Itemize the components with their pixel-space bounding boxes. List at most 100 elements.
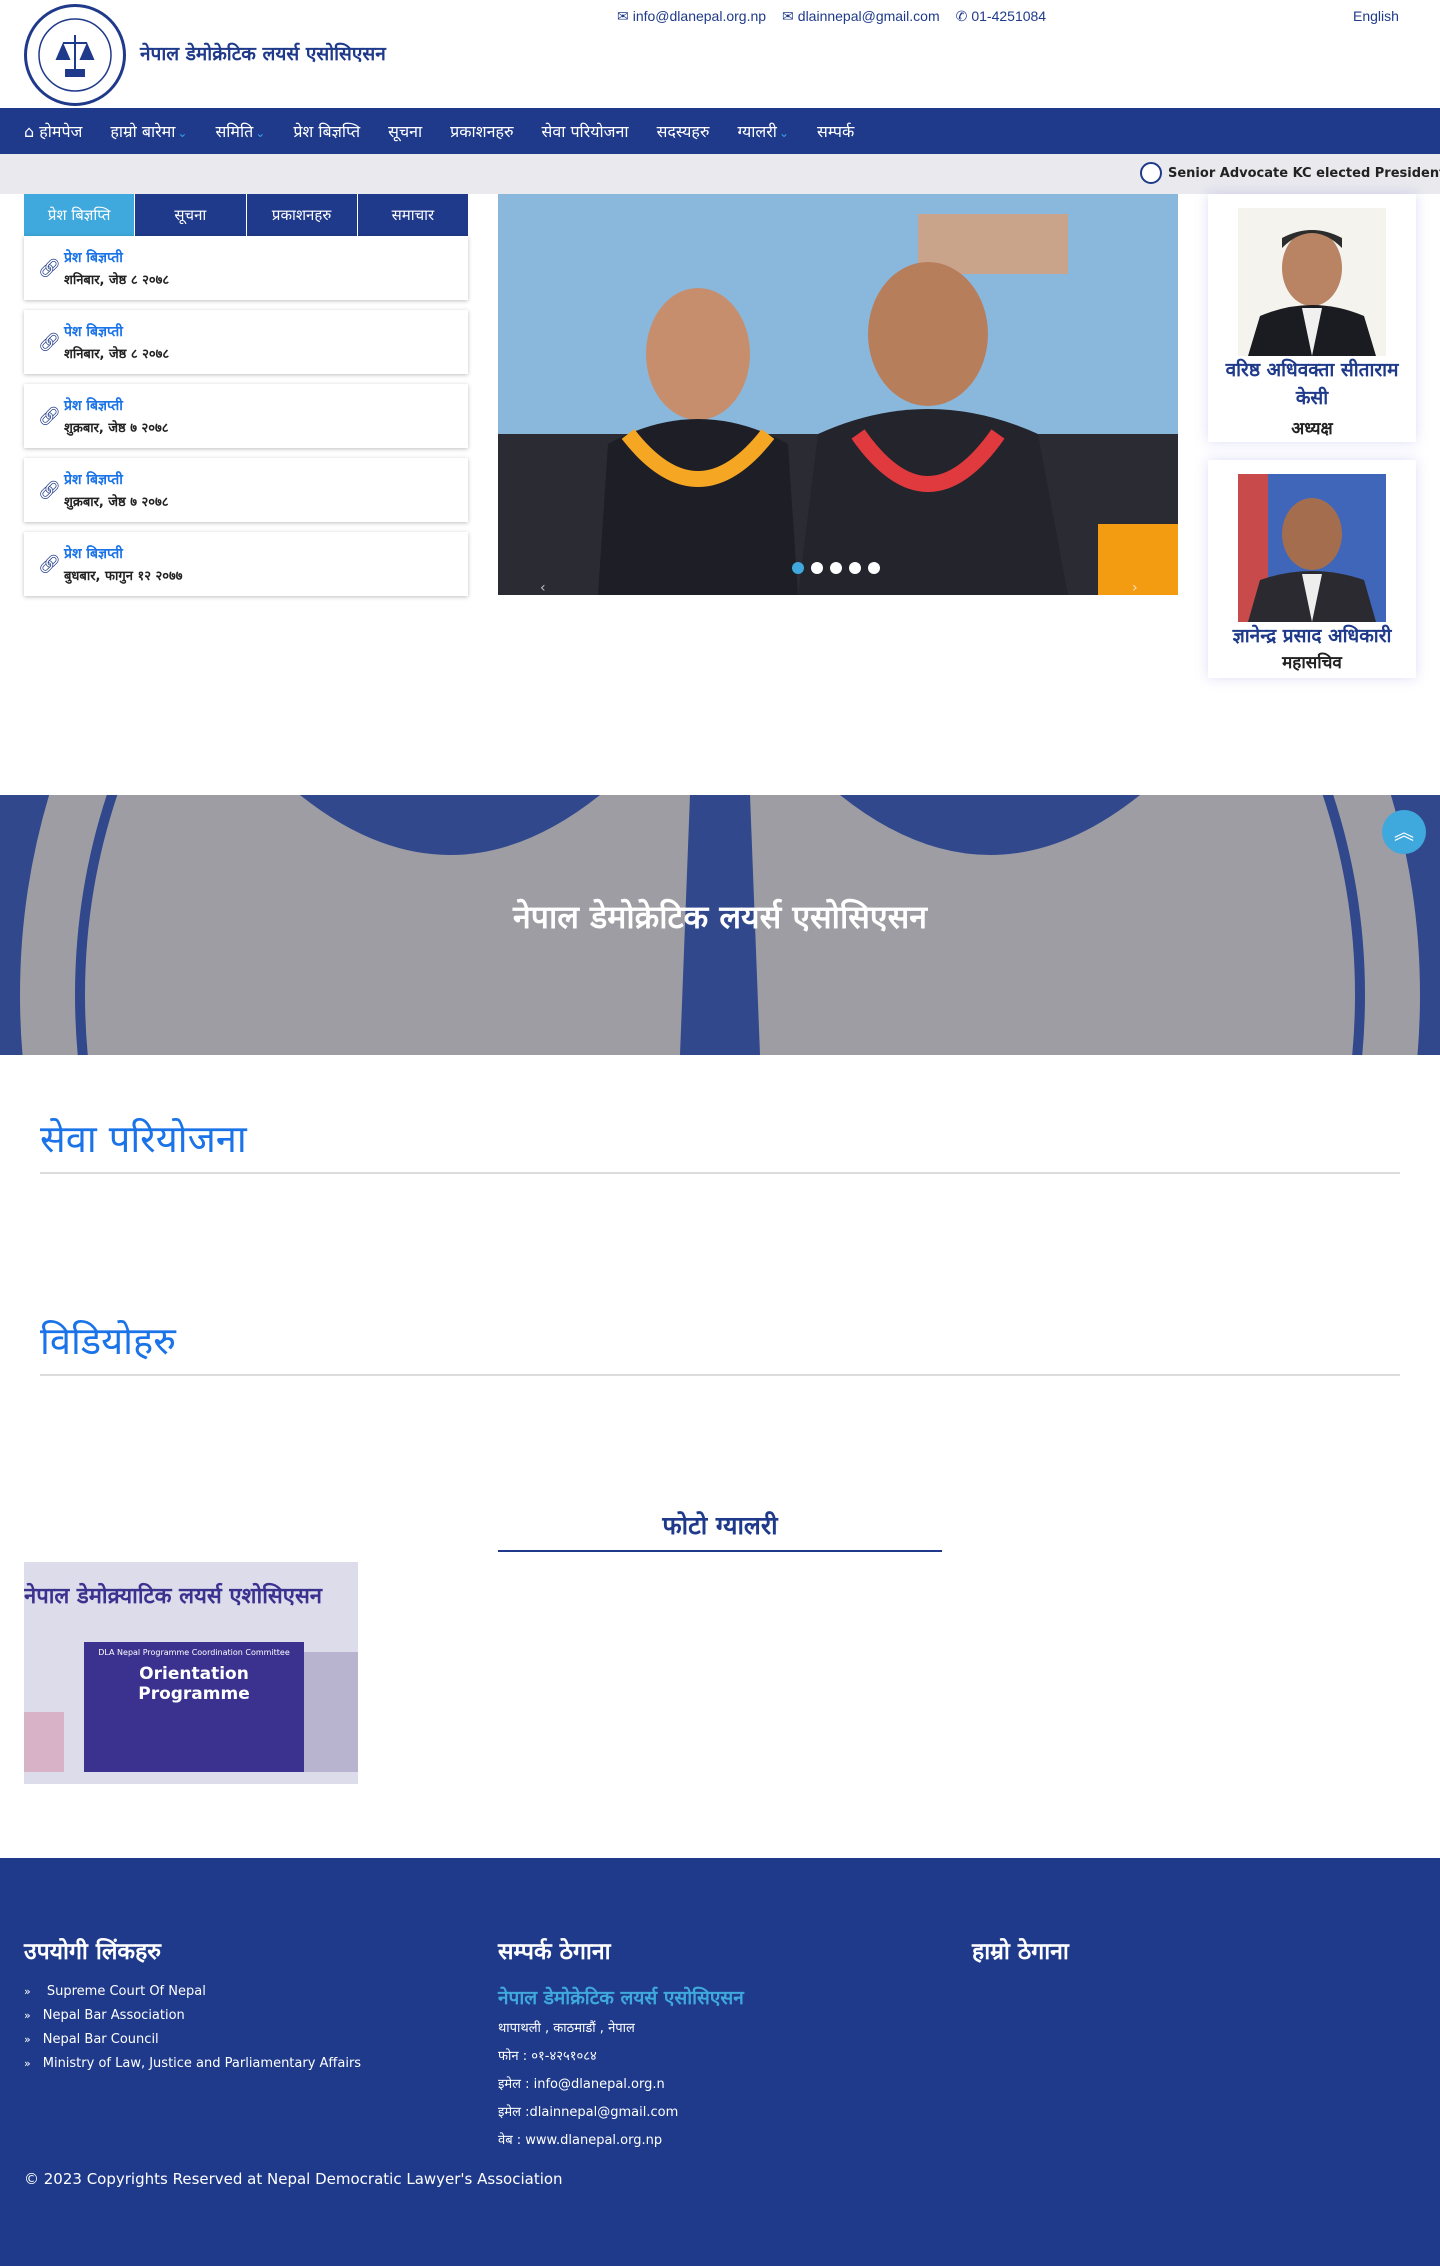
email-link-1[interactable]: ✉ info@dlanepal.org.np — [617, 8, 766, 25]
news-date: शनिबार, जेष्ठ ८ २०७८ — [64, 273, 170, 288]
carousel-dot[interactable] — [811, 562, 823, 574]
scroll-to-top-button[interactable]: ︽ — [1382, 810, 1426, 854]
footer: उपयोगी लिंकहरु » Supreme Court Of Nepal … — [0, 1858, 1440, 2266]
news-title[interactable]: पेश बिज्ञप्ती — [64, 322, 123, 341]
language-switch[interactable]: English — [1353, 8, 1399, 24]
link-icon: 🔗︎ — [38, 554, 61, 575]
dla-logo[interactable] — [24, 4, 126, 106]
avatar — [1238, 208, 1386, 356]
envelope-icon: ✉ — [782, 8, 794, 24]
carousel-dot[interactable] — [792, 562, 804, 574]
nav-item-committee[interactable]: समिति ⌄ — [215, 120, 265, 142]
tab-publications[interactable]: प्रकाशनहरु — [246, 194, 358, 236]
footer-address: थापाथली , काठमाडौं , नेपाल — [498, 2021, 635, 2036]
news-title[interactable]: प्रेश बिज्ञप्ती — [64, 470, 123, 489]
footer-link[interactable]: » Nepal Bar Association — [24, 2008, 361, 2023]
home-icon: ⌂ — [24, 122, 40, 141]
nav-item-members[interactable]: सदस्यहरु — [657, 120, 710, 142]
nav-item-about[interactable]: हाम्रो बारेमा ⌄ — [110, 120, 187, 142]
news-tabs: प्रेश बिज्ञप्ति सूचना प्रकाशनहरु समाचार — [24, 194, 468, 236]
leader-name: वरिष्ठ अधिवक्ता सीताराम केसी — [1225, 359, 1399, 409]
leader-role: अध्यक्ष — [1291, 419, 1333, 439]
footer-email1[interactable]: इमेल : info@dlanepal.org.n — [498, 2074, 744, 2092]
phone-link[interactable]: ✆ 01-4251084 — [956, 8, 1046, 25]
carousel-dot[interactable] — [849, 562, 861, 574]
leader-role: महासचिव — [1282, 653, 1342, 673]
carousel-indicators — [792, 562, 880, 574]
double-chevron-right-icon: » — [24, 2057, 31, 2070]
section-title-gallery: फोटो ग्यालरी — [498, 1508, 942, 1552]
leader-card-president[interactable]: वरिष्ठ अधिवक्ता सीताराम केसी अध्यक्ष — [1208, 194, 1416, 442]
footer-phone[interactable]: फोन : ०१-४२५१०८४ — [498, 2046, 744, 2064]
main-nav: ⌂ होमपेज हाम्रो बारेमा ⌄ समिति ⌄ प्रेश बिज… — [0, 108, 1440, 154]
footer-web[interactable]: वेब : www.dlanepal.org.np — [498, 2130, 744, 2148]
envelope-icon: ✉ — [617, 8, 629, 24]
footer-location: हाम्रो ठेगाना — [972, 1934, 1069, 1984]
list-item[interactable]: 🔗︎ प्रेश बिज्ञप्ती शनिबार, जेष्ठ ८ २०७८ — [24, 236, 468, 300]
footer-contact: सम्पर्क ठेगाना नेपाल डेमोक्रेटिक लयर्स ए… — [498, 1934, 744, 2158]
nav-item-notice[interactable]: सूचना — [388, 120, 422, 142]
gallery-banner-line2: DLA Nepal Programme Coordination Committ… — [98, 1648, 290, 1657]
nav-item-gallery[interactable]: ग्यालरी ⌄ — [737, 120, 789, 142]
double-chevron-up-icon: ︽ — [1394, 820, 1414, 844]
hero-carousel[interactable]: ‹ › — [498, 194, 1178, 595]
news-date: शुक्रबार, जेष्ठ ७ २०७८ — [64, 495, 169, 510]
banner: नेपाल डेमोक्रेटिक लयर्स एसोसिएसन — [0, 795, 1440, 1055]
carousel-photo — [498, 194, 1178, 595]
footer-org-name: नेपाल डेमोक्रेटिक लयर्स एसोसिएसन — [498, 1987, 744, 2009]
section-title-service: सेवा परियोजना — [40, 1112, 1400, 1174]
link-icon: 🔗︎ — [38, 258, 61, 279]
news-list: 🔗︎ प्रेश बिज्ञप्ती शनिबार, जेष्ठ ८ २०७८ … — [24, 236, 468, 606]
carousel-next-arrow[interactable]: › — [1132, 580, 1138, 595]
carousel-prev-arrow[interactable]: ‹ — [540, 580, 546, 595]
gallery-banner-line3: Orientation Programme — [138, 1664, 250, 1704]
nav-item-contact[interactable]: सम्पर्क — [817, 120, 854, 142]
nav-item-home[interactable]: ⌂ होमपेज — [24, 120, 82, 142]
email-link-2[interactable]: ✉ dlainnepal@gmail.com — [782, 8, 940, 25]
footer-link[interactable]: » Ministry of Law, Justice and Parliament… — [24, 2056, 361, 2071]
chevron-down-icon: ⌄ — [177, 126, 188, 140]
news-date: शुक्रबार, जेष्ठ ७ २०७८ — [64, 421, 169, 436]
news-title[interactable]: प्रेश बिज्ञप्ती — [64, 544, 123, 563]
footer-links-title: उपयोगी लिंकहरु — [24, 1939, 162, 1965]
nav-item-service[interactable]: सेवा परियोजना — [542, 120, 629, 142]
link-icon: 🔗︎ — [38, 332, 61, 353]
news-title[interactable]: प्रेश बिज्ञप्ती — [64, 248, 123, 267]
copyright: © 2023 Copyrights Reserved at Nepal Demo… — [24, 2170, 563, 2188]
tab-news[interactable]: समाचार — [357, 194, 468, 236]
news-date: बुधबार, फागुन १२ २०७७ — [64, 569, 183, 584]
news-title[interactable]: प्रेश बिज्ञप्ती — [64, 396, 123, 415]
footer-email2[interactable]: इमेल :dlainnepal@gmail.com — [498, 2102, 744, 2120]
double-chevron-right-icon: » — [24, 1985, 31, 1998]
link-icon: 🔗︎ — [38, 480, 61, 501]
footer-link[interactable]: » Nepal Bar Council — [24, 2032, 361, 2047]
footer-links: उपयोगी लिंकहरु » Supreme Court Of Nepal … — [24, 1934, 361, 2080]
tab-press[interactable]: प्रेश बिज्ञप्ति — [24, 194, 136, 236]
double-chevron-right-icon: » — [24, 2009, 31, 2022]
footer-link[interactable]: » Supreme Court Of Nepal — [24, 1984, 361, 1999]
site-header: नेपाल डेमोक्रेटिक लयर्स एसोसिएसन ✉ info@d… — [0, 0, 1440, 108]
tab-notice[interactable]: सूचना — [135, 194, 247, 236]
phone-icon: ✆ — [955, 8, 968, 24]
gallery-thumbnail[interactable]: नेपाल डेमोक्र्याटिक लयर्स एशोसिएसन DLA N… — [24, 1562, 358, 1784]
chevron-down-icon: ⌄ — [778, 126, 789, 140]
news-date: शनिबार, जेष्ठ ८ २०७८ — [64, 347, 170, 362]
carousel-dot[interactable] — [830, 562, 842, 574]
link-icon: 🔗︎ — [38, 406, 61, 427]
list-item[interactable]: 🔗︎ पेश बिज्ञप्ती शनिबार, जेष्ठ ८ २०७८ — [24, 310, 468, 374]
list-item[interactable]: 🔗︎ प्रेश बिज्ञप्ती बुधबार, फागुन १२ २०७७ — [24, 532, 468, 596]
footer-contact-title: सम्पर्क ठेगाना — [498, 1939, 611, 1965]
double-chevron-right-icon: » — [24, 2033, 31, 2046]
news-ticker: Senior Advocate KC elected President of … — [0, 154, 1440, 194]
nav-item-publications[interactable]: प्रकाशनहरु — [450, 120, 513, 142]
list-item[interactable]: 🔗︎ प्रेश बिज्ञप्ती शुक्रबार, जेष्ठ ७ २०७… — [24, 458, 468, 522]
nav-item-press[interactable]: प्रेश बिज्ञप्ति — [293, 120, 360, 142]
section-title-videos: विडियोहरु — [40, 1314, 1400, 1376]
carousel-dot[interactable] — [868, 562, 880, 574]
leader-card-secretary[interactable]: ज्ञानेन्द्र प्रसाद अधिकारी महासचिव — [1208, 460, 1416, 678]
chevron-down-icon: ⌄ — [255, 126, 266, 140]
list-item[interactable]: 🔗︎ प्रेश बिज्ञप्ती शुक्रबार, जेष्ठ ७ २०७… — [24, 384, 468, 448]
gallery-banner-line1: नेपाल डेमोक्र्याटिक लयर्स एशोसिएसन — [24, 1584, 323, 1609]
ticker-item[interactable]: Senior Advocate KC elected President of … — [1140, 166, 1440, 181]
site-name[interactable]: नेपाल डेमोक्रेटिक लयर्स एसोसिएसन — [140, 40, 386, 66]
